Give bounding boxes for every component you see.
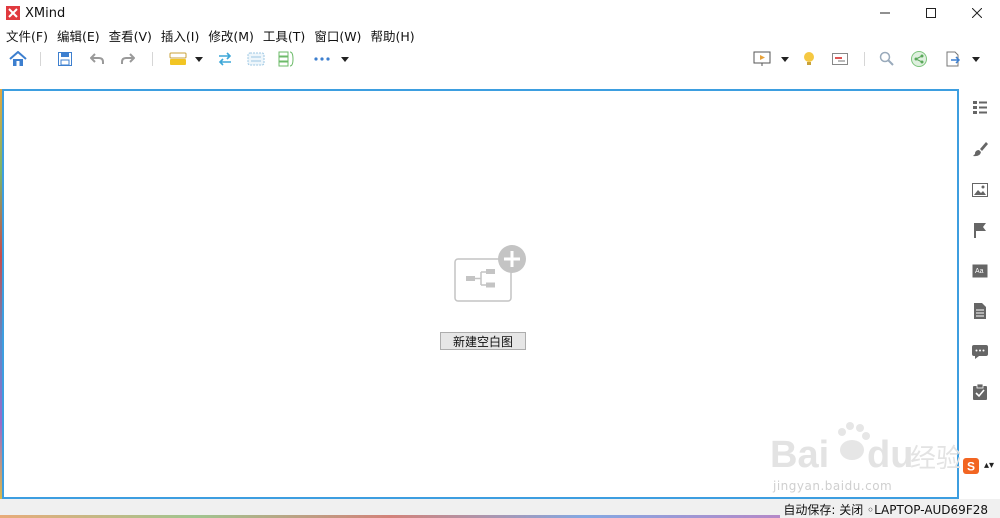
marker-flag-icon: [974, 223, 986, 238]
close-button[interactable]: [954, 0, 1000, 26]
summary-button[interactable]: [277, 49, 297, 69]
redo-icon: [121, 53, 135, 64]
minimize-icon: [880, 12, 890, 14]
menu-tools[interactable]: 工具(T): [263, 26, 305, 45]
redo-button[interactable]: [118, 49, 138, 69]
share-icon: [911, 51, 927, 67]
task-button[interactable]: [970, 382, 990, 402]
sogou-ime-icon: S: [963, 458, 979, 474]
comment-button[interactable]: [970, 342, 990, 362]
share-button[interactable]: [909, 49, 929, 69]
undo-icon: [90, 53, 104, 64]
svg-text:经验: 经验: [910, 444, 960, 474]
menu-window[interactable]: 窗口(W): [314, 26, 361, 45]
toolbar-separator: [152, 52, 153, 66]
menu-insert[interactable]: 插入(I): [161, 26, 199, 45]
new-blank-map-button[interactable]: 新建空白图: [440, 332, 526, 350]
baidu-jingyan-watermark: Bai du 经验: [770, 422, 960, 476]
chevron-down-icon: [781, 56, 789, 62]
topic-style-icon: [169, 52, 187, 65]
home-button[interactable]: [8, 49, 28, 69]
text-style-button[interactable]: Aa: [970, 261, 990, 281]
undo-button[interactable]: [87, 49, 107, 69]
chevron-down-icon: [972, 56, 980, 62]
menu-help[interactable]: 帮助(H): [370, 26, 414, 45]
svg-text:Aa: Aa: [975, 268, 984, 275]
svg-text:du: du: [867, 434, 913, 476]
menu-modify[interactable]: 修改(M): [208, 26, 254, 45]
svg-text:Bai: Bai: [770, 434, 829, 476]
status-text: 自动保存: 关闭 ◦LAPTOP-AUD69F28: [783, 503, 988, 517]
outline-icon: [973, 101, 987, 114]
text-style-icon: Aa: [972, 264, 988, 278]
notes-button[interactable]: [970, 301, 990, 321]
toolbar: [0, 44, 1000, 74]
toolbar-separator: [864, 52, 865, 66]
svg-text:S: S: [967, 460, 975, 474]
new-blank-map-icon: [454, 245, 526, 302]
image-button[interactable]: [970, 180, 990, 200]
more-icon: [314, 57, 330, 61]
gantt-icon: [832, 53, 848, 65]
search-icon: [879, 51, 894, 66]
boundary-icon: [247, 52, 265, 66]
chevron-down-icon: [195, 56, 203, 62]
summary-icon: [278, 51, 294, 67]
save-button[interactable]: [55, 49, 75, 69]
relationship-button[interactable]: [215, 49, 235, 69]
presentation-dropdown[interactable]: [779, 49, 791, 69]
menu-file[interactable]: 文件(F): [6, 26, 48, 45]
outline-button[interactable]: [970, 97, 990, 117]
window-controls: [862, 0, 1000, 26]
save-icon: [58, 52, 72, 66]
idea-button[interactable]: [799, 49, 819, 69]
relationship-icon: [218, 52, 232, 66]
ime-caret-icon[interactable]: ▴▾: [984, 460, 994, 471]
title-bar: XMind: [0, 0, 1000, 26]
menu-edit[interactable]: 编辑(E): [57, 26, 100, 45]
menu-bar: 文件(F) 编辑(E) 查看(V) 插入(I) 修改(M) 工具(T) 窗口(W…: [0, 26, 1000, 44]
more-dropdown[interactable]: [339, 49, 351, 69]
presentation-icon: [753, 51, 771, 66]
watermark-url: jingyan.baidu.com: [773, 479, 893, 493]
minimize-button[interactable]: [862, 0, 908, 26]
menu-view[interactable]: 查看(V): [109, 26, 152, 45]
toolbar-separator: [40, 52, 41, 66]
marker-button[interactable]: [970, 220, 990, 240]
topic-style-dropdown[interactable]: [193, 49, 205, 69]
ime-indicator[interactable]: S: [960, 457, 982, 475]
close-icon: [972, 8, 982, 18]
image-icon: [972, 183, 988, 197]
home-icon: [9, 51, 27, 66]
maximize-icon: [926, 8, 936, 18]
window-title: XMind: [25, 5, 66, 21]
comment-icon: [972, 345, 988, 359]
notes-icon: [974, 303, 986, 319]
more-button[interactable]: [312, 49, 332, 69]
task-icon: [973, 384, 987, 400]
format-brush-icon: [973, 142, 988, 157]
idea-icon: [804, 52, 814, 65]
gantt-button[interactable]: [830, 49, 850, 69]
format-button[interactable]: [970, 139, 990, 159]
boundary-button[interactable]: [246, 49, 266, 69]
topic-style-button[interactable]: [168, 49, 188, 69]
xmind-logo-icon: [6, 6, 20, 20]
chevron-down-icon: [341, 56, 349, 62]
search-button[interactable]: [877, 49, 897, 69]
presentation-button[interactable]: [752, 49, 772, 69]
export-icon: [946, 51, 961, 67]
export-button[interactable]: [943, 49, 963, 69]
maximize-button[interactable]: [908, 0, 954, 26]
export-dropdown[interactable]: [970, 49, 982, 69]
